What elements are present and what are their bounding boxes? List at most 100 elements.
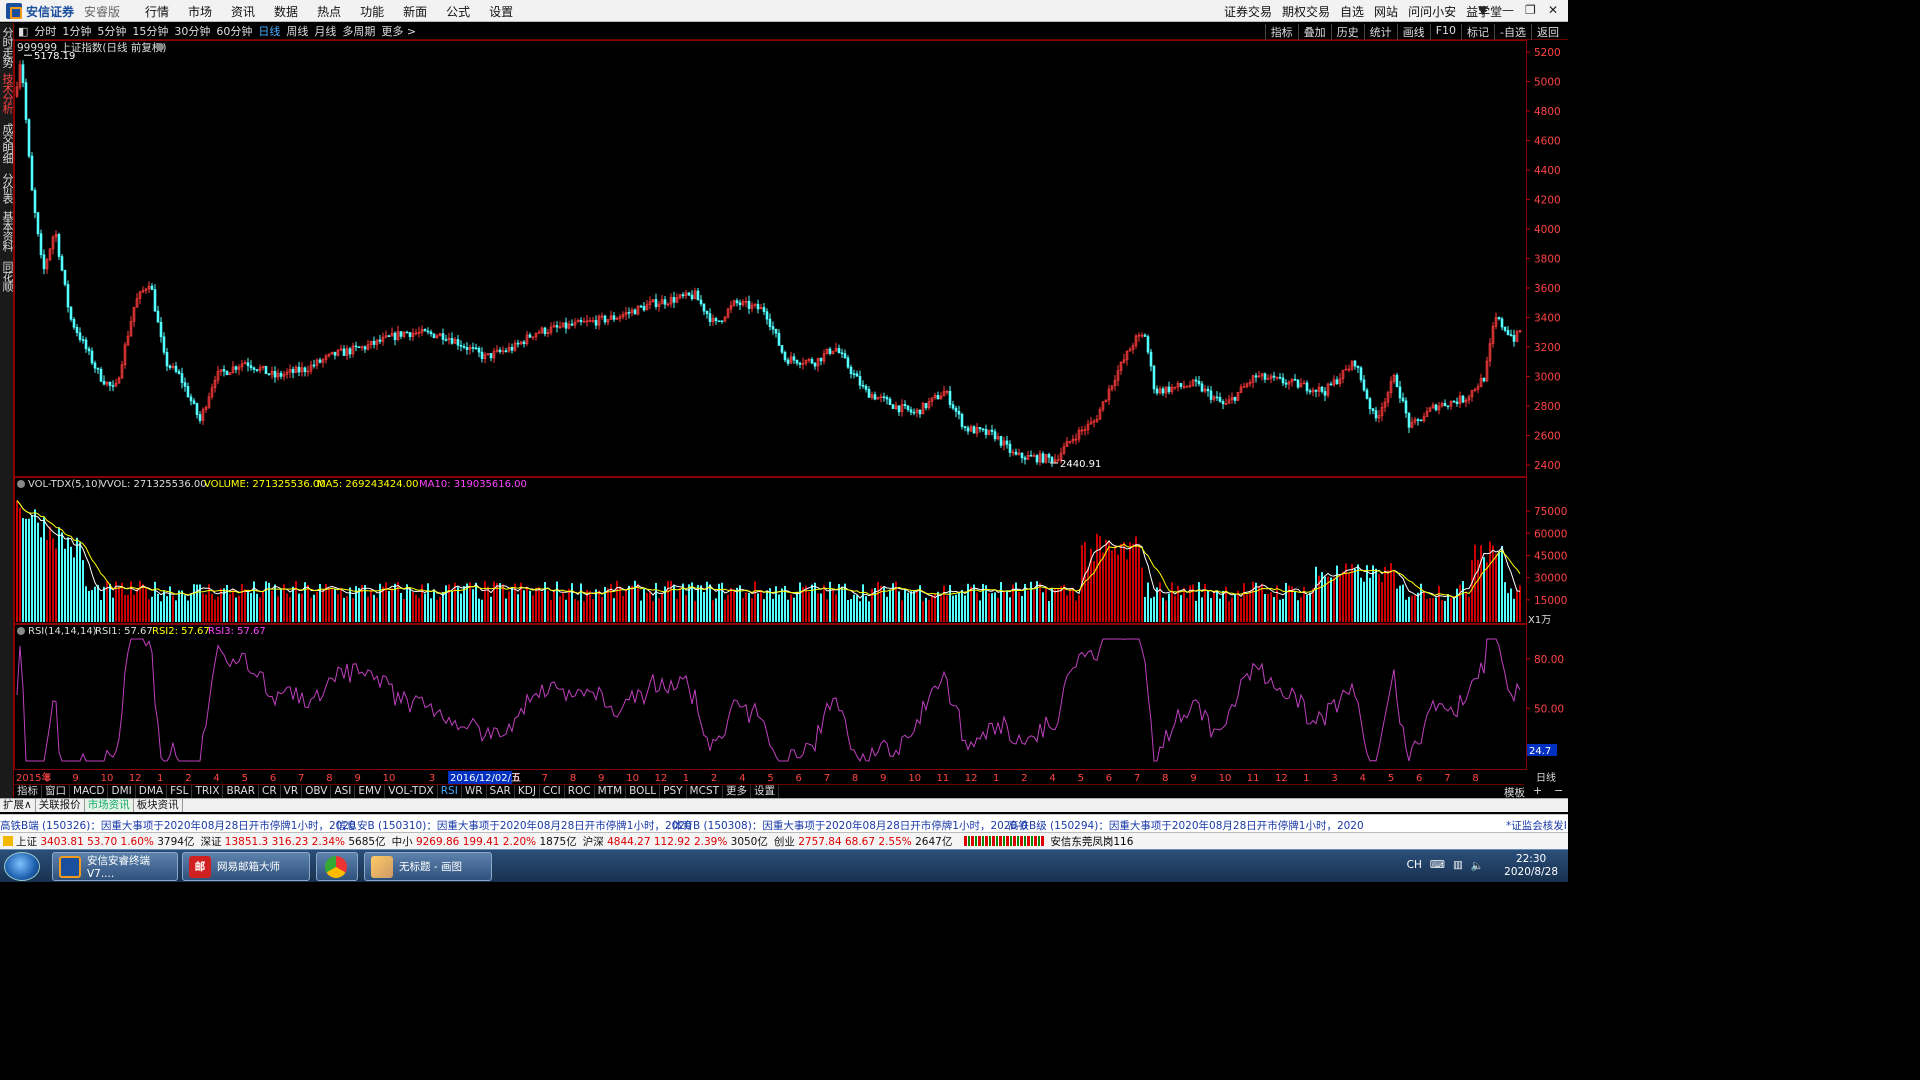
left-tab[interactable]: 同花顺 (1, 261, 14, 291)
period-tab[interactable]: 月线 (314, 23, 336, 39)
menu-item[interactable]: 设置 (489, 3, 513, 20)
indicator-tab[interactable]: RSI (438, 785, 462, 798)
system-clock[interactable]: 22:30 2020/8/28 (1504, 853, 1558, 879)
indicator-tab[interactable]: PSY (660, 785, 687, 798)
indicator-tab[interactable]: SAR (487, 785, 515, 798)
close-icon[interactable]: ✕ (1548, 3, 1558, 17)
right-menu-item[interactable]: 网站 (1374, 3, 1398, 20)
indicator-tab[interactable]: DMI (108, 785, 136, 798)
menu-item[interactable]: 市场 (188, 3, 212, 20)
index-quote[interactable]: 沪深 4844.27 112.92 2.39% 3050亿 (583, 834, 768, 849)
add-icon[interactable]: + (1533, 784, 1542, 797)
period-toggle-icon[interactable]: ◧ (18, 25, 28, 38)
period-tab[interactable]: 30分钟 (174, 23, 210, 39)
period-tab[interactable]: 60分钟 (216, 23, 252, 39)
period-tab[interactable]: 更多 > (381, 23, 416, 39)
language-indicator[interactable]: CH (1407, 859, 1422, 872)
menu-item[interactable]: 新面 (403, 3, 427, 20)
chart-tool-button[interactable]: 标记 (1461, 24, 1494, 40)
menu-item[interactable]: 热点 (317, 3, 341, 20)
period-tab[interactable]: 15分钟 (132, 23, 168, 39)
keyboard-icon[interactable]: ⌨ (1430, 859, 1445, 872)
chart-tool-button[interactable]: 指标 (1264, 24, 1298, 40)
right-menu-item[interactable]: 自选 (1340, 3, 1364, 20)
menu-item[interactable]: 数据 (274, 3, 298, 20)
indicator-tab[interactable]: MCST (687, 785, 724, 798)
news-item[interactable]: 信息安B (150310)：因重大事项于2020年08月28日开市停牌1小时，2… (336, 818, 692, 833)
task-paint[interactable]: 无标题 - 画图 (364, 852, 492, 881)
period-tab[interactable]: 1分钟 (62, 23, 91, 39)
chart-tool-button[interactable]: -自选 (1494, 24, 1531, 40)
expand-tab[interactable]: 板块资讯 (134, 799, 183, 812)
index-quote[interactable]: 中小 9269.86 199.41 2.20% 1875亿 (392, 834, 577, 849)
task-anxin[interactable]: 安信安睿终端V7.... (52, 852, 178, 881)
indicator-tab[interactable]: CR (259, 785, 281, 798)
expand-tab[interactable]: 关联报价 (36, 799, 85, 812)
period-tab[interactable]: 多周期 (342, 23, 375, 39)
minimize-icon[interactable]: — (1502, 3, 1514, 17)
expand-tab[interactable]: 扩展∧ (0, 799, 36, 812)
indicator-tab[interactable]: 指标 (14, 785, 42, 798)
left-tab[interactable]: 基本资料 (1, 211, 14, 251)
period-tab[interactable]: 5分钟 (97, 23, 126, 39)
start-button[interactable] (4, 852, 40, 881)
indicator-tab[interactable]: KDJ (515, 785, 540, 798)
news-item[interactable]: 高铁B端 (150326)：因重大事项于2020年08月28日开市停牌1小时，2… (0, 818, 356, 833)
network-icon[interactable]: ▥ (1453, 859, 1463, 872)
indicator-tab[interactable]: VOL-TDX (385, 785, 438, 798)
volume-icon[interactable]: 🔈 (1471, 859, 1484, 872)
indicator-tab[interactable]: OBV (302, 785, 332, 798)
news-item[interactable]: 高铁B级 (150294)：因重大事项于2020年08月28日开市停牌1小时，2… (1008, 818, 1364, 833)
indicator-tab[interactable]: MACD (70, 785, 109, 798)
stock-chart[interactable]: 5200 5000 4800 4600 4400 4200 4000 3800 3600 3400… (14, 40, 1568, 784)
indicator-tab[interactable]: ASI (331, 785, 356, 798)
indicator-tab[interactable]: TRIX (192, 785, 224, 798)
rsi-settings-icon[interactable] (17, 627, 25, 635)
chart-tool-button[interactable]: 返回 (1531, 24, 1564, 40)
index-quote[interactable]: 创业 2757.84 68.67 2.55% 2647亿 (774, 834, 952, 849)
remove-icon[interactable]: − (1554, 784, 1563, 797)
left-tab[interactable]: 分价表 (1, 173, 14, 203)
indicator-tab[interactable]: MTM (595, 785, 627, 798)
indicator-tab[interactable]: EMV (355, 785, 386, 798)
right-menu-item[interactable]: 证券交易 (1224, 3, 1272, 20)
left-tab[interactable]: 成交明细 (1, 123, 14, 163)
period-tab[interactable]: 周线 (286, 23, 308, 39)
menu-item[interactable]: 功能 (360, 3, 384, 20)
indicator-tab[interactable]: DMA (136, 785, 168, 798)
right-menu-item[interactable]: 期权交易 (1282, 3, 1330, 20)
indicator-tab[interactable]: BRAR (223, 785, 259, 798)
chart-tool-button[interactable]: F10 (1429, 24, 1461, 40)
indicator-tab[interactable]: ROC (565, 785, 595, 798)
menu-item[interactable]: 公式 (446, 3, 470, 20)
chart-tool-button[interactable]: 统计 (1363, 24, 1397, 40)
menu-item[interactable]: 行情 (145, 3, 169, 20)
indicator-tab[interactable]: 设置 (751, 785, 780, 798)
indicator-tab[interactable]: 窗口 (42, 785, 70, 798)
news-item[interactable]: *证监会核发I (1506, 818, 1567, 833)
period-tab[interactable]: 分时 (34, 23, 56, 39)
indicator-tab[interactable]: WR (462, 785, 487, 798)
chart-tool-button[interactable]: 历史 (1330, 24, 1364, 40)
index-quote[interactable]: 上证 3403.81 53.70 1.60% 3794亿 (16, 834, 194, 849)
chart-tool-button[interactable]: 叠加 (1297, 24, 1331, 40)
task-mail[interactable]: 邮 网易邮箱大师 (182, 852, 310, 881)
chart-tool-button[interactable]: 画线 (1396, 24, 1430, 40)
right-menu-item[interactable]: 问问小安 (1408, 3, 1456, 20)
index-quote[interactable]: 深证 13851.3 316.23 2.34% 5685亿 (200, 834, 385, 849)
period-tab[interactable]: 日线 (258, 23, 280, 39)
news-item[interactable]: 体育B (150308)：因重大事项于2020年08月28日开市停牌1小时，20… (672, 818, 1028, 833)
menu-item[interactable]: 资讯 (231, 3, 255, 20)
left-tab[interactable]: 技术分析 (1, 73, 14, 113)
skin-icon[interactable]: ▼ (1478, 3, 1487, 17)
restore-icon[interactable]: ❐ (1525, 3, 1536, 17)
indicator-tab[interactable]: 更多 (723, 785, 752, 798)
indicator-tab[interactable]: VR (281, 785, 303, 798)
indicator-tab[interactable]: FSL (167, 785, 193, 798)
indicator-tab[interactable]: BOLL (626, 785, 661, 798)
indicator-tab[interactable]: CCI (540, 785, 565, 798)
title-settings-icon[interactable] (156, 43, 164, 51)
volume-settings-icon[interactable] (17, 480, 25, 488)
expand-tab[interactable]: 市场资讯 (84, 799, 134, 812)
task-chrome[interactable] (316, 852, 358, 881)
